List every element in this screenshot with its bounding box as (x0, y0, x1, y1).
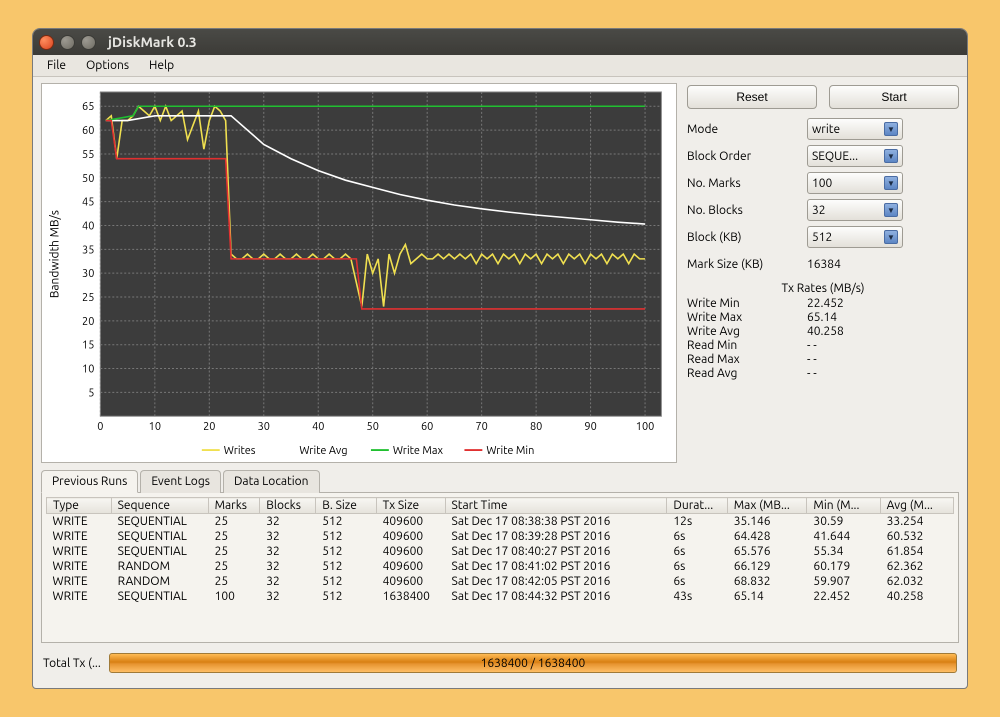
table-row[interactable]: WRITERANDOM2532512409600Sat Dec 17 08:42… (47, 574, 954, 589)
svg-text:100: 100 (636, 421, 655, 433)
svg-text:Write Avg: Write Avg (299, 445, 347, 457)
menu-file[interactable]: File (39, 57, 74, 74)
column-header[interactable]: Avg (M... (880, 498, 953, 514)
column-header[interactable]: Durat... (667, 498, 727, 514)
minimize-icon[interactable] (60, 35, 75, 50)
svg-text:35: 35 (82, 244, 94, 256)
svg-text:50: 50 (367, 421, 379, 433)
chevron-down-icon: ▼ (884, 203, 898, 217)
progress-bar: 1638400 / 1638400 (109, 653, 957, 673)
svg-text:40: 40 (312, 421, 324, 433)
svg-text:60: 60 (421, 421, 433, 433)
svg-text:30: 30 (82, 268, 94, 280)
nomarks-select[interactable]: 100 ▼ (807, 172, 903, 194)
progress-text: 1638400 / 1638400 (481, 657, 586, 670)
svg-text:15: 15 (82, 340, 94, 352)
readavg-value: - - (807, 367, 817, 380)
blockkb-select[interactable]: 512 ▼ (807, 226, 903, 248)
svg-text:45: 45 (82, 197, 94, 209)
svg-text:Bandwidth MB/s: Bandwidth MB/s (49, 210, 62, 298)
menu-options[interactable]: Options (78, 57, 137, 74)
chevron-down-icon: ▼ (884, 176, 898, 190)
svg-text:Write Min: Write Min (486, 445, 534, 457)
writemax-value: 65.14 (807, 311, 837, 324)
readmin-value: - - (807, 339, 817, 352)
svg-text:70: 70 (475, 421, 487, 433)
svg-text:Write Max: Write Max (393, 445, 444, 457)
marksize-label: Mark Size (KB) (687, 258, 807, 271)
svg-text:55: 55 (82, 149, 94, 161)
tabs: Previous Runs Event Logs Data Location (41, 469, 959, 493)
column-header[interactable]: B. Size (316, 498, 376, 514)
column-header[interactable]: Blocks (260, 498, 316, 514)
runs-table: TypeSequenceMarksBlocksB. SizeTx SizeSta… (41, 493, 959, 643)
writemin-label: Write Min (687, 297, 807, 310)
table-row[interactable]: WRITESEQUENTIAL2532512409600Sat Dec 17 0… (47, 514, 954, 530)
svg-text:50: 50 (82, 173, 94, 185)
svg-text:10: 10 (82, 364, 94, 376)
app-window: jDiskMark 0.3 File Options Help 0 10 20 30 4… (32, 28, 968, 689)
readmin-label: Read Min (687, 339, 807, 352)
table-row[interactable]: WRITESEQUENTIAL2532512409600Sat Dec 17 0… (47, 529, 954, 544)
writeavg-value: 40.258 (807, 325, 844, 338)
chevron-down-icon: ▼ (884, 122, 898, 136)
maximize-icon[interactable] (81, 35, 96, 50)
menu-help[interactable]: Help (141, 57, 182, 74)
readavg-label: Read Avg (687, 367, 807, 380)
blockorder-label: Block Order (687, 150, 807, 163)
noblocks-select[interactable]: 32 ▼ (807, 199, 903, 221)
column-header[interactable]: Type (47, 498, 112, 514)
table-row[interactable]: WRITESEQUENTIAL2532512409600Sat Dec 17 0… (47, 544, 954, 559)
menubar: File Options Help (33, 55, 967, 77)
tab-previous-runs[interactable]: Previous Runs (41, 470, 138, 493)
writemin-value: 22.452 (807, 297, 844, 310)
svg-text:25: 25 (82, 292, 94, 304)
blockorder-select[interactable]: SEQUE... ▼ (807, 145, 903, 167)
progress-label: Total Tx (... (43, 657, 101, 670)
svg-text:80: 80 (530, 421, 542, 433)
chevron-down-icon: ▼ (884, 149, 898, 163)
marksize-value: 16384 (807, 258, 959, 271)
svg-text:40: 40 (82, 220, 94, 232)
table-row[interactable]: WRITESEQUENTIAL100325121638400Sat Dec 17… (47, 589, 954, 604)
svg-text:0: 0 (97, 421, 103, 433)
mode-select[interactable]: write ▼ (807, 118, 903, 140)
chart: 0 10 20 30 40 50 60 70 80 90 100 5 10 15 20 25 30 35 40 45 5… (41, 83, 677, 463)
column-header[interactable]: Tx Size (376, 498, 445, 514)
window-title: jDiskMark 0.3 (108, 34, 197, 50)
svg-text:90: 90 (584, 421, 596, 433)
svg-text:10: 10 (149, 421, 161, 433)
tx-rates-header: Tx Rates (MB/s) (687, 282, 959, 295)
reset-button[interactable]: Reset (687, 85, 817, 109)
blockkb-label: Block (KB) (687, 231, 807, 244)
side-panel: Reset Start Mode write ▼ Block Order SEQ… (687, 83, 959, 463)
svg-text:20: 20 (82, 316, 94, 328)
close-icon[interactable] (39, 35, 54, 50)
chevron-down-icon: ▼ (884, 230, 898, 244)
column-header[interactable]: Start Time (445, 498, 667, 514)
table-row[interactable]: WRITERANDOM2532512409600Sat Dec 17 08:41… (47, 559, 954, 574)
column-header[interactable]: Marks (208, 498, 260, 514)
mode-label: Mode (687, 123, 807, 136)
svg-text:5: 5 (88, 387, 94, 399)
svg-text:Writes: Writes (224, 445, 256, 457)
column-header[interactable]: Max (MB... (727, 498, 807, 514)
column-header[interactable]: Min (M... (807, 498, 880, 514)
start-button[interactable]: Start (829, 85, 959, 109)
noblocks-label: No. Blocks (687, 204, 807, 217)
svg-text:20: 20 (203, 421, 215, 433)
tab-data-location[interactable]: Data Location (223, 470, 320, 493)
writemax-label: Write Max (687, 311, 807, 324)
writeavg-label: Write Avg (687, 325, 807, 338)
readmax-label: Read Max (687, 353, 807, 366)
readmax-value: - - (807, 353, 817, 366)
column-header[interactable]: Sequence (111, 498, 208, 514)
nomarks-label: No. Marks (687, 177, 807, 190)
svg-text:30: 30 (258, 421, 270, 433)
svg-text:65: 65 (82, 101, 94, 113)
svg-text:60: 60 (82, 125, 94, 137)
tab-event-logs[interactable]: Event Logs (140, 470, 221, 493)
titlebar: jDiskMark 0.3 (33, 29, 967, 55)
